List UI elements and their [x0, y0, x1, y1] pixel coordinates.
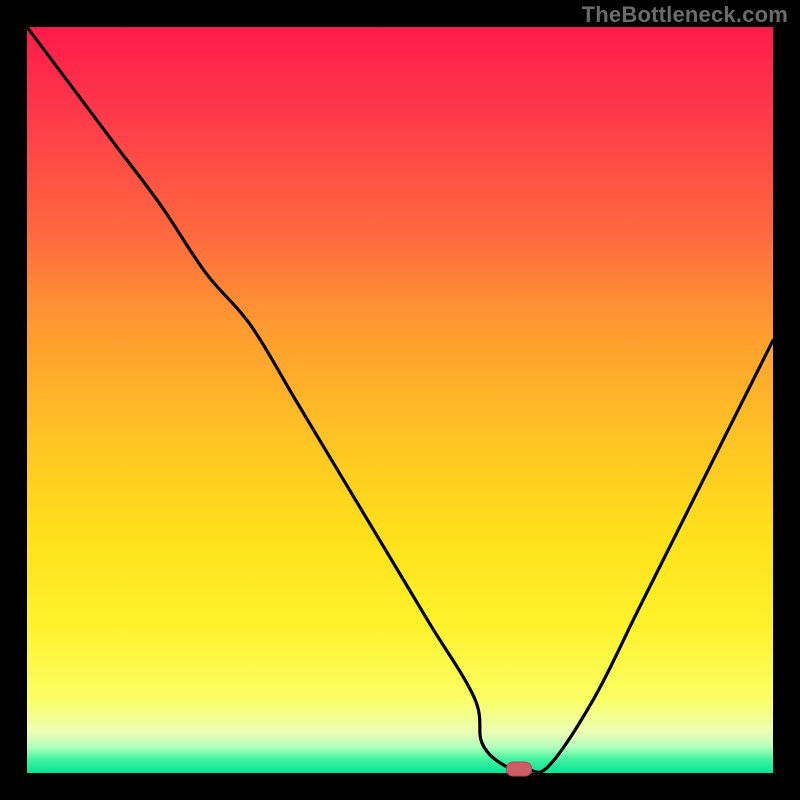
bottleneck-curve	[27, 27, 773, 772]
curve-layer	[27, 27, 773, 773]
plot-area	[27, 27, 773, 773]
attribution-label: TheBottleneck.com	[582, 2, 788, 28]
optimal-marker	[506, 762, 532, 777]
chart-frame: TheBottleneck.com	[0, 0, 800, 800]
